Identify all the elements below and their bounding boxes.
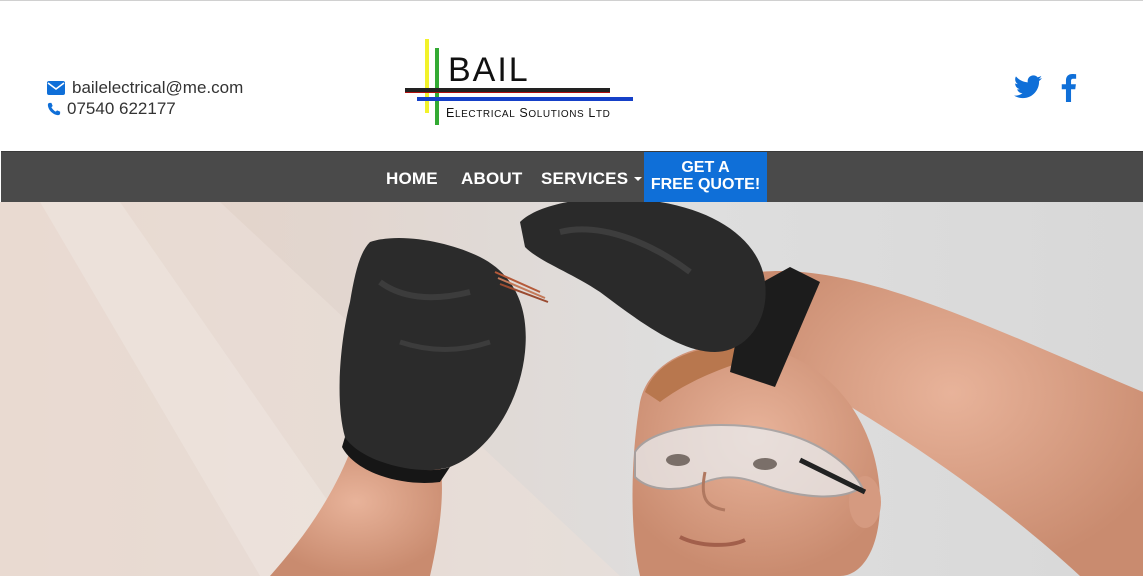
site-header: bailelectrical@me.com 07540 622177 BAIL … xyxy=(0,1,1143,151)
twitter-icon[interactable] xyxy=(1014,74,1042,100)
envelope-icon xyxy=(47,80,65,95)
nav-services-dropdown[interactable]: SERVICES xyxy=(541,152,643,203)
quote-line1: GET A xyxy=(681,159,730,176)
phone-icon xyxy=(47,102,61,115)
caret-down-icon xyxy=(634,176,643,181)
phone-link[interactable]: 07540 622177 xyxy=(67,99,176,119)
nav-home[interactable]: HOME xyxy=(386,152,438,203)
hero-image xyxy=(0,202,1143,576)
main-nav: HOME ABOUT SERVICES GET A FREE QUOTE! xyxy=(1,151,1143,202)
quote-line2: FREE QUOTE! xyxy=(650,176,761,193)
logo-graphic: BAIL ELECTRICAL SOLUTIONS LTD xyxy=(405,39,633,125)
nav-about[interactable]: ABOUT xyxy=(461,152,522,203)
email-row[interactable]: bailelectrical@me.com xyxy=(47,77,243,98)
contact-info: bailelectrical@me.com 07540 622177 xyxy=(47,77,243,119)
logo-tagline: ELECTRICAL SOLUTIONS LTD xyxy=(446,106,610,120)
facebook-icon[interactable] xyxy=(1060,74,1077,102)
logo-name: BAIL xyxy=(448,51,530,89)
phone-row[interactable]: 07540 622177 xyxy=(47,98,243,119)
free-quote-button[interactable]: GET A FREE QUOTE! xyxy=(644,152,767,202)
electrician-photo xyxy=(0,202,1143,576)
company-logo[interactable]: BAIL ELECTRICAL SOLUTIONS LTD xyxy=(404,37,668,127)
email-link[interactable]: bailelectrical@me.com xyxy=(72,78,243,98)
nav-services-label: SERVICES xyxy=(541,169,629,188)
